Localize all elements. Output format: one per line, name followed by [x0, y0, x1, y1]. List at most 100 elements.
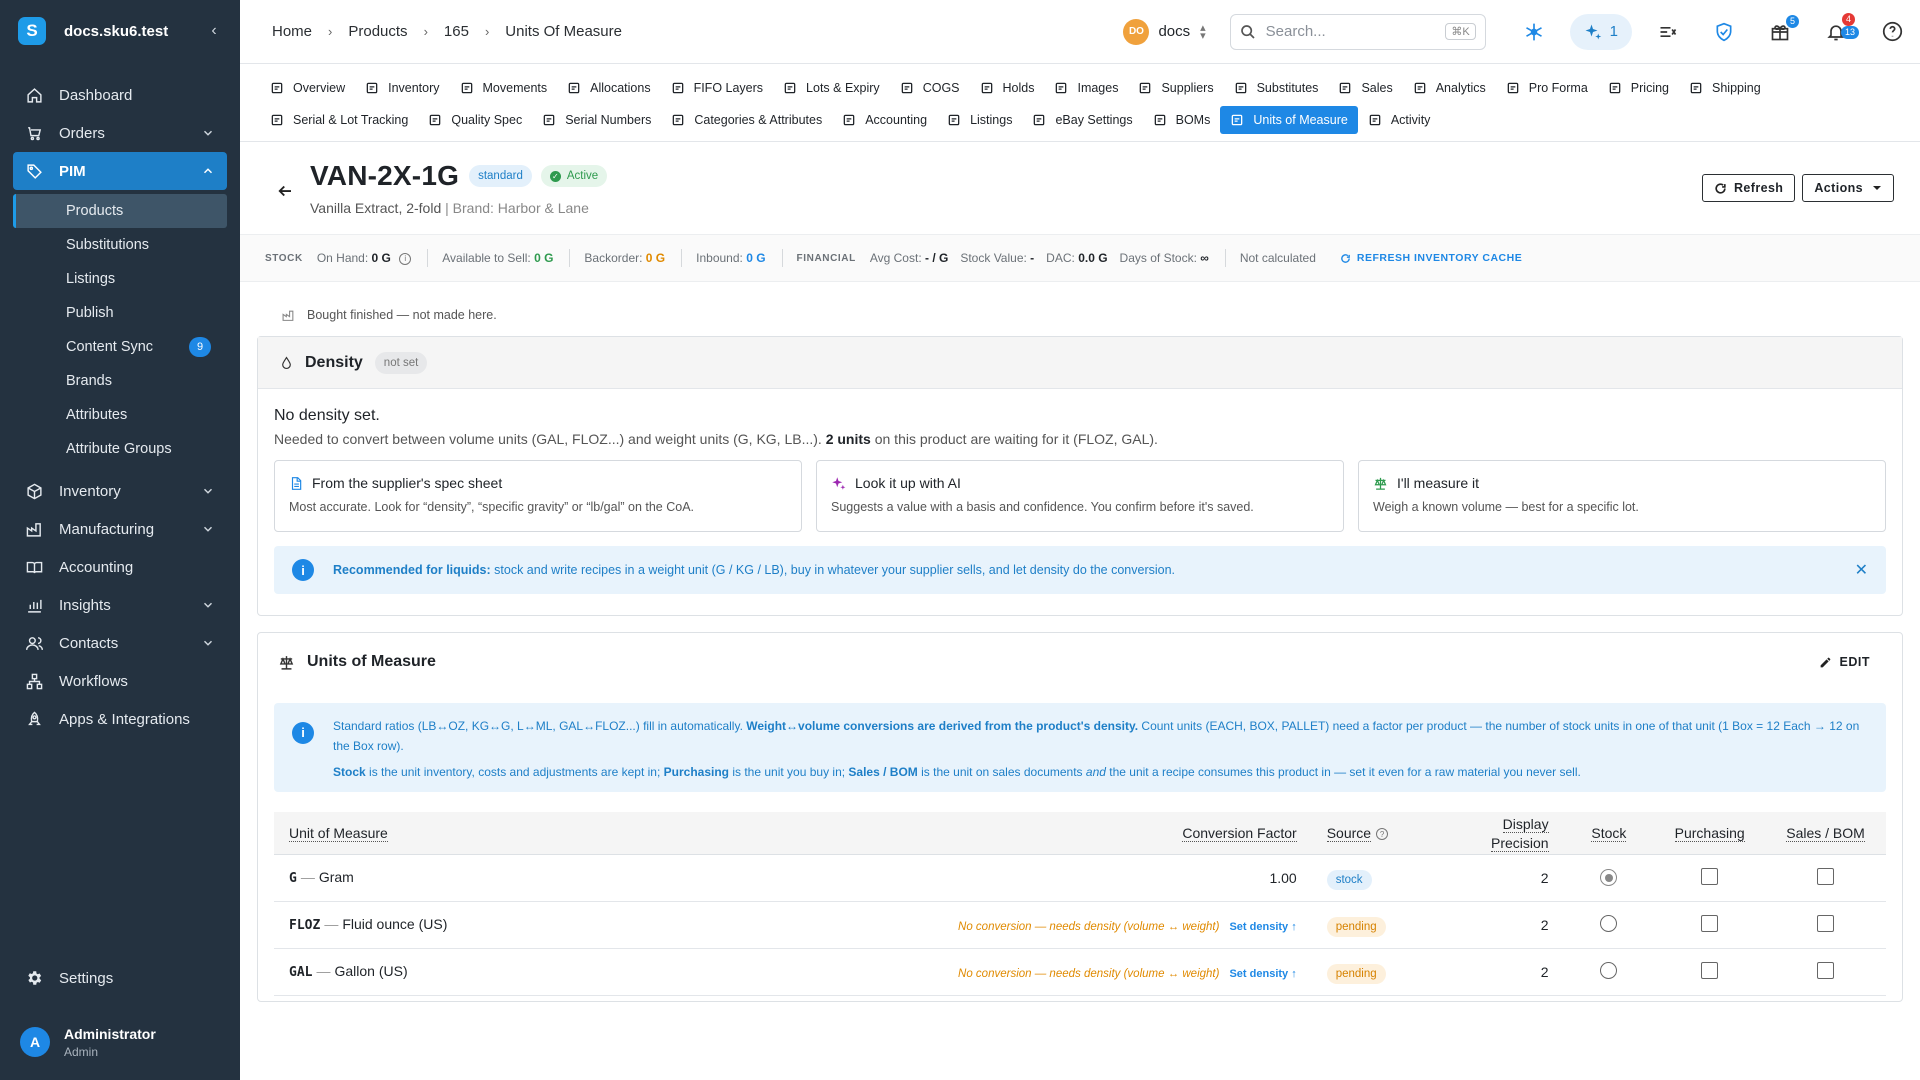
sidebar-item-accounting[interactable]: Accounting [13, 548, 227, 586]
purchasing-checkbox[interactable] [1701, 867, 1719, 885]
tab-listings[interactable]: Listings [937, 106, 1022, 134]
ai-assistant-button[interactable]: 1 [1569, 13, 1632, 50]
tab-ebay-settings[interactable]: eBay Settings [1022, 106, 1142, 134]
sidebar-item-pim[interactable]: PIM [13, 152, 227, 190]
compare-button[interactable] [1651, 15, 1685, 49]
tab-icon [568, 82, 580, 94]
tab-substitutes[interactable]: Substitutes [1224, 74, 1329, 102]
sidebar-subitem-substitutions[interactable]: Substitutions [13, 228, 227, 262]
tab-lots-expiry[interactable]: Lots & Expiry [773, 74, 890, 102]
user-menu[interactable]: A Administrator Admin [0, 1020, 240, 1080]
tab-serial-numbers[interactable]: Serial Numbers [532, 106, 661, 134]
chevron-down-icon[interactable] [201, 598, 215, 612]
gifts-button[interactable]: 5 [1763, 14, 1799, 49]
close-icon[interactable]: ✕ [1855, 560, 1868, 580]
purchasing-checkbox[interactable] [1701, 961, 1719, 979]
sidebar-subitem-publish[interactable]: Publish [13, 296, 227, 330]
snowflake-button[interactable] [1517, 15, 1551, 49]
tab-sales[interactable]: Sales [1328, 74, 1402, 102]
sales-bom-checkbox[interactable] [1817, 867, 1835, 885]
security-button[interactable] [1707, 15, 1741, 49]
chart-icon [25, 596, 43, 614]
tab-accounting[interactable]: Accounting [832, 106, 937, 134]
tab-serial-lot-tracking[interactable]: Serial & Lot Tracking [260, 106, 418, 134]
stock-radio[interactable] [1600, 961, 1618, 979]
help-button[interactable] [1875, 15, 1909, 49]
tab-images[interactable]: Images [1044, 74, 1128, 102]
tab-categories-attributes[interactable]: Categories & Attributes [661, 106, 832, 134]
sidebar-subitem-content-sync[interactable]: Content Sync 9 [13, 330, 227, 364]
chevron-down-icon[interactable] [201, 126, 215, 140]
sidebar-subitem-listings[interactable]: Listings [13, 262, 227, 296]
tab-overview[interactable]: Overview [260, 74, 355, 102]
tab-units-of-measure[interactable]: Units of Measure [1220, 106, 1358, 134]
stock-radio[interactable] [1600, 869, 1618, 887]
sales-bom-checkbox[interactable] [1817, 961, 1835, 979]
sidebar-item-workflows[interactable]: Workflows [13, 662, 227, 700]
option-spec-sheet[interactable]: From the supplier's spec sheet Most accu… [274, 460, 802, 532]
tab-allocations[interactable]: Allocations [557, 74, 660, 102]
option-ai-lookup[interactable]: Look it up with AI Suggests a value with… [816, 460, 1344, 532]
breadcrumb-products[interactable]: Products [348, 23, 407, 40]
edit-button[interactable]: EDIT [1819, 655, 1870, 669]
refresh-button[interactable]: Refresh [1702, 174, 1796, 202]
tab-activity[interactable]: Activity [1358, 106, 1441, 134]
col-sales-bom[interactable]: Sales / BOM [1786, 824, 1865, 842]
col-source[interactable]: Source [1326, 824, 1372, 842]
org-switcher[interactable]: DO docs ▴ ▾ [1123, 18, 1206, 45]
app-logo[interactable]: S [18, 17, 46, 45]
chevron-down-icon[interactable] [201, 522, 215, 536]
set-density-link[interactable]: Set density ↑ [1229, 968, 1296, 980]
sidebar-subitem-brands[interactable]: Brands [13, 364, 227, 398]
sidebar-subitem-products[interactable]: Products [13, 194, 227, 228]
back-arrow-icon[interactable] [276, 182, 294, 200]
chevron-down-icon[interactable] [201, 484, 215, 498]
sidebar-item-inventory[interactable]: Inventory [13, 472, 227, 510]
tab-holds[interactable]: Holds [970, 74, 1045, 102]
option-measure[interactable]: I'll measure it Weigh a known volume — b… [1358, 460, 1886, 532]
sidebar-item-orders[interactable]: Orders [13, 114, 227, 152]
purchasing-checkbox[interactable] [1701, 914, 1719, 932]
col-unit[interactable]: Unit of Measure [289, 824, 388, 842]
breadcrumb-home[interactable]: Home [272, 23, 312, 40]
tab-cogs[interactable]: COGS [890, 74, 970, 102]
tab-boms[interactable]: BOMs [1143, 106, 1221, 134]
refresh-inventory-cache-link[interactable]: REFRESH INVENTORY CACHE [1340, 252, 1522, 264]
tab-label: Pricing [1630, 81, 1670, 95]
col-conversion-factor[interactable]: Conversion Factor [1182, 824, 1297, 842]
tab-analytics[interactable]: Analytics [1403, 74, 1496, 102]
sales-bom-checkbox[interactable] [1817, 914, 1835, 932]
tab-quality-spec[interactable]: Quality Spec [418, 106, 532, 134]
set-density-link[interactable]: Set density ↑ [1229, 921, 1296, 933]
info-icon[interactable]: i [399, 252, 412, 265]
tab-movements[interactable]: Movements [450, 74, 558, 102]
tab-suppliers[interactable]: Suppliers [1128, 74, 1223, 102]
sidebar-subitem-attributes[interactable]: Attributes [13, 398, 227, 432]
actions-button[interactable]: Actions [1802, 174, 1894, 202]
stock-radio[interactable] [1600, 914, 1618, 932]
breadcrumb-product-id[interactable]: 165 [444, 23, 469, 40]
tab-label: Lots & Expiry [806, 81, 880, 95]
sidebar-item-insights[interactable]: Insights [13, 586, 227, 624]
tab-inventory[interactable]: Inventory [355, 74, 449, 102]
chevron-up-icon[interactable] [201, 164, 215, 178]
sidebar-item-label: Orders [59, 124, 105, 142]
col-stock[interactable]: Stock [1591, 824, 1627, 842]
search-input[interactable]: Search... ⌘K [1229, 13, 1486, 50]
tab-fifo-layers[interactable]: FIFO Layers [661, 74, 773, 102]
tab-shipping[interactable]: Shipping [1679, 74, 1771, 102]
sidebar-item-settings[interactable]: Settings [0, 958, 240, 998]
sidebar-item-dashboard[interactable]: Dashboard [13, 76, 227, 114]
help-icon[interactable]: ? [1376, 828, 1389, 841]
sidebar-item-manufacturing[interactable]: Manufacturing [13, 510, 227, 548]
col-purchasing[interactable]: Purchasing [1674, 824, 1745, 842]
sidebar-subitem-attribute-groups[interactable]: Attribute Groups [13, 432, 227, 466]
tab-pro-forma[interactable]: Pro Forma [1496, 74, 1598, 102]
tab-pricing[interactable]: Pricing [1598, 74, 1679, 102]
collapse-sidebar-icon[interactable]: ‹ [206, 22, 222, 40]
col-precision[interactable]: Display Precision [1490, 815, 1549, 852]
chevron-down-icon[interactable] [201, 636, 215, 650]
sidebar-item-apps[interactable]: Apps & Integrations [13, 700, 227, 738]
sidebar-item-contacts[interactable]: Contacts [13, 624, 227, 662]
notifications-button[interactable]: 4 13 [1819, 12, 1859, 49]
